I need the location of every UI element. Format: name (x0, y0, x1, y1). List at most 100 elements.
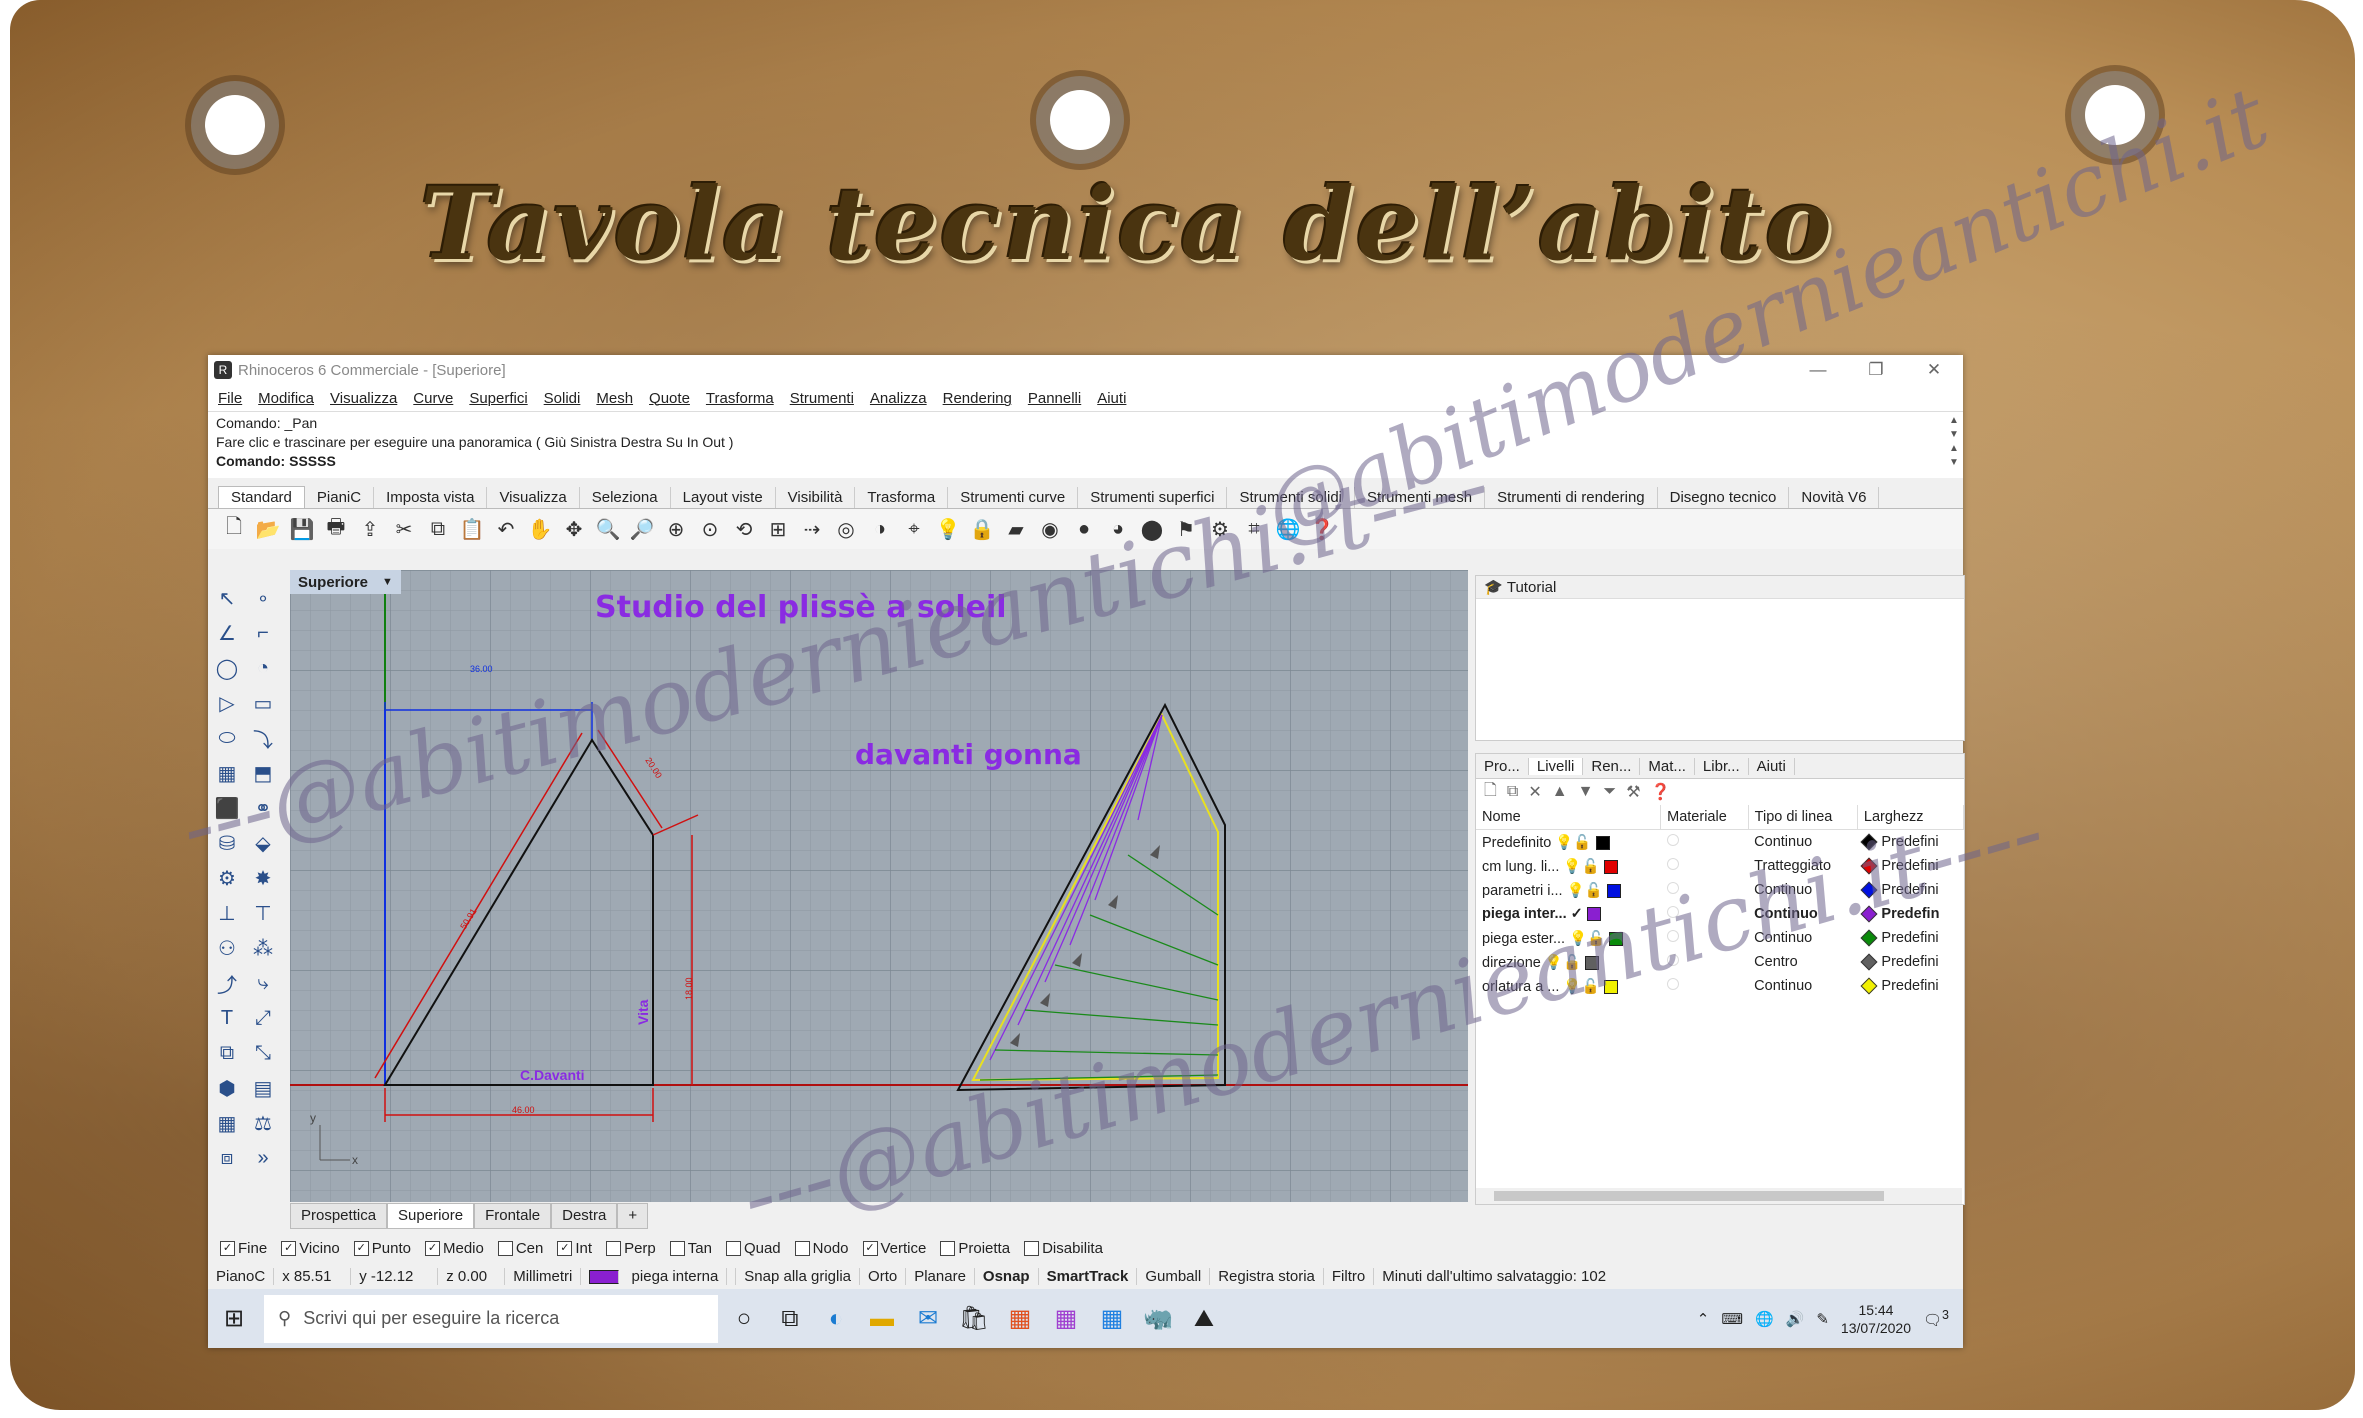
photos-icon[interactable]: ⛰ (1184, 1299, 1224, 1339)
tab-materials[interactable]: Mat... (1640, 757, 1695, 775)
layer-name[interactable]: cm lung. li... 💡🔓 (1476, 854, 1661, 878)
extrude-icon[interactable]: ⬒ (248, 758, 278, 788)
layer-width[interactable]: Predefin (1857, 902, 1963, 926)
layer-row[interactable]: Predefinito 💡🔓 Continuo Predefini (1476, 830, 1964, 855)
ellipse-icon[interactable]: ⬭ (212, 723, 242, 753)
osnap-int[interactable]: ✓ Int (557, 1240, 592, 1257)
layer-color-swatch[interactable] (1603, 859, 1618, 874)
layer-row[interactable]: cm lung. li... 💡🔓 Tratteggiato Predefini (1476, 854, 1964, 878)
save-icon[interactable]: 💾 (288, 515, 316, 543)
layer-linetype[interactable]: Continuo (1748, 830, 1857, 855)
pan-hand-icon[interactable]: ✋ (526, 515, 554, 543)
command-area[interactable]: Comando: _Pan Fare clic e trascinare per… (208, 411, 1963, 478)
zoom-extents-icon[interactable]: ⊕ (662, 515, 690, 543)
store-icon[interactable]: 🛍 (954, 1299, 994, 1339)
lock-icon[interactable]: 🔓 (1581, 859, 1599, 875)
viewport-superiore[interactable]: Superiore ▼ 36.00 50.91 20.00 18.00 46.0… (290, 570, 1468, 1202)
osnap-quad[interactable]: Quad (725, 1240, 781, 1257)
lock-icon[interactable]: 🔓 (1587, 931, 1605, 947)
layer-row[interactable]: orlatura a ... 💡🔓 Continuo Predefini (1476, 974, 1964, 998)
light-bulb-icon[interactable]: 💡 (1563, 859, 1581, 875)
tab-visualizza[interactable]: Visualizza (487, 487, 580, 508)
array-icon[interactable]: ⧉ (212, 1038, 242, 1068)
col-nome[interactable]: Nome (1476, 805, 1662, 830)
layer-color-swatch[interactable] (1586, 907, 1601, 922)
layer-linetype[interactable]: Centro (1748, 950, 1857, 974)
help-icon[interactable]: ❓ (1651, 782, 1671, 802)
col-tipo-linea[interactable]: Tipo di linea (1748, 805, 1858, 830)
osnap-fine[interactable]: ✓ Fine (220, 1240, 267, 1257)
layer-width[interactable]: Predefini (1857, 830, 1963, 855)
chevron-down-icon[interactable]: ▼ (382, 576, 393, 588)
lock-icon[interactable]: 🔓 (1581, 979, 1599, 995)
select-arrow-icon[interactable]: ↖ (212, 583, 242, 613)
minimize-button[interactable]: — (1789, 360, 1847, 380)
light-bulb-icon[interactable]: 💡 (1563, 979, 1581, 995)
checkbox[interactable]: ✓ (353, 1241, 369, 1257)
globe-icon[interactable]: 🌐 (1274, 515, 1302, 543)
tab-visibilita[interactable]: Visibilità (776, 487, 856, 508)
status-cplane[interactable]: PianoC (208, 1267, 275, 1285)
lock-icon[interactable]: 🔓 (1563, 955, 1581, 971)
layer-color-swatch[interactable] (1585, 955, 1600, 970)
lock-icon[interactable]: 🔒 (968, 515, 996, 543)
rhino-taskbar-icon[interactable]: 🦏 (1138, 1299, 1178, 1339)
tab-prospettica[interactable]: Prospettica (290, 1203, 388, 1229)
close-button[interactable]: ✕ (1905, 360, 1963, 380)
analyze-icon[interactable]: ⚖ (248, 1108, 278, 1138)
mail-icon[interactable]: ✉ (908, 1299, 948, 1339)
osnap-disabilita[interactable]: Disabilita (1024, 1240, 1103, 1257)
scale-icon[interactable]: ⤡ (248, 1038, 278, 1068)
export-icon[interactable]: ⇪ (356, 515, 384, 543)
chevron-up-icon[interactable]: ⌃ (1697, 1310, 1710, 1328)
restore-button[interactable]: ❐ (1847, 360, 1905, 380)
tab-render[interactable]: Ren... (1583, 757, 1641, 775)
menu-pannelli[interactable]: Pannelli (1028, 390, 1081, 407)
layout-icon[interactable]: ⧈ (212, 1143, 242, 1173)
tab-trasforma[interactable]: Trasforma (855, 487, 949, 508)
print-icon[interactable]: 🖶 (322, 515, 350, 543)
tab-disegno-tecnico[interactable]: Disegno tecnico (1658, 487, 1790, 508)
layer-width[interactable]: Predefini (1857, 974, 1963, 998)
menu-strumenti[interactable]: Strumenti (790, 390, 854, 407)
menu-mesh[interactable]: Mesh (596, 390, 633, 407)
layer-width[interactable]: Predefini (1857, 854, 1963, 878)
layer-color-swatch[interactable] (1603, 979, 1618, 994)
menu-analizza[interactable]: Analizza (870, 390, 927, 407)
undo-icon[interactable]: ↶ (492, 515, 520, 543)
light-bulb-icon[interactable]: 💡 (1545, 955, 1563, 971)
grid-icon[interactable]: ▦ (212, 1108, 242, 1138)
tab-layout-viste[interactable]: Layout viste (671, 487, 776, 508)
tab-novita-v6[interactable]: Novità V6 (1789, 487, 1880, 508)
tab-superiore[interactable]: Superiore (387, 1203, 475, 1229)
shaded-sphere-icon[interactable]: ● (1070, 515, 1098, 543)
col-larghezza[interactable]: Larghezz (1857, 805, 1965, 830)
tab-standard[interactable]: Standard (218, 486, 305, 508)
status-grid-snap[interactable]: Snap alla griglia (736, 1267, 861, 1285)
move-icon[interactable]: ⇢ (798, 515, 826, 543)
windows-start-icon[interactable]: ⊞ (214, 1299, 254, 1339)
layer-row[interactable]: piega ester... 💡🔓 Continuo Predefini (1476, 926, 1964, 950)
checkbox[interactable]: ✓ (424, 1241, 440, 1257)
move-up-icon[interactable]: ▲ (1552, 783, 1568, 801)
layer-name[interactable]: orlatura a ... 💡🔓 (1476, 974, 1661, 998)
zoom-window-icon[interactable]: 🔎 (628, 515, 656, 543)
osnap-vertice[interactable]: ✓ Vertice (862, 1240, 926, 1257)
menu-visualizza[interactable]: Visualizza (330, 390, 397, 407)
network-icon[interactable]: 🌐 (1755, 1310, 1774, 1328)
light-bulb-icon[interactable]: 💡 (1567, 883, 1585, 899)
blend-icon[interactable]: ⤷ (248, 968, 278, 998)
move-down-icon[interactable]: ▼ (1578, 783, 1594, 801)
gear-icon[interactable]: ⚙ (1206, 515, 1234, 543)
osnap-perp[interactable]: Perp (606, 1240, 656, 1257)
pen-icon[interactable]: ✎ (1816, 1310, 1829, 1328)
split-icon[interactable]: ⊤ (248, 898, 278, 928)
menu-rendering[interactable]: Rendering (943, 390, 1012, 407)
layer-width[interactable]: Predefini (1857, 878, 1963, 902)
layer-linetype[interactable]: Continuo (1748, 974, 1857, 998)
tab-strumenti-curve[interactable]: Strumenti curve (948, 487, 1079, 508)
file-explorer-icon[interactable]: ▬ (862, 1299, 902, 1339)
render-sphere-icon[interactable]: ◕ (1104, 515, 1132, 543)
new-layer-icon[interactable]: 🗋 (1484, 779, 1497, 806)
layer-linetype[interactable]: Tratteggiato (1748, 854, 1857, 878)
